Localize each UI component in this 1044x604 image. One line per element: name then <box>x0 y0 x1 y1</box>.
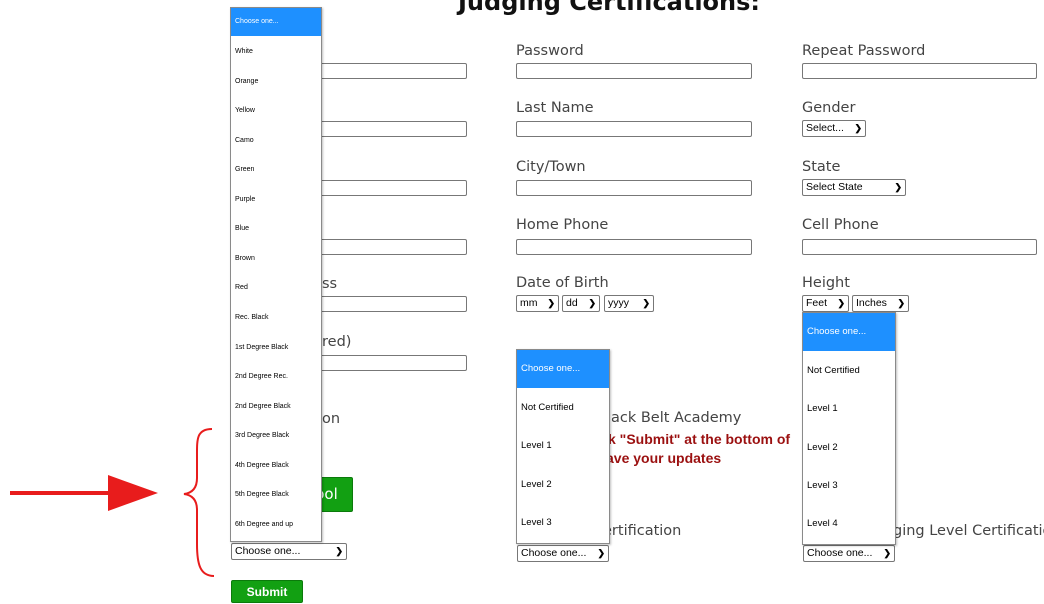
chevron-down-icon: ❯ <box>597 548 605 558</box>
first-name-input[interactable] <box>305 63 467 79</box>
belt-option[interactable]: Choose one... <box>231 8 321 36</box>
password-label: Password <box>516 43 584 59</box>
chevron-down-icon: ❯ <box>335 546 343 556</box>
judging-right-option[interactable]: Level 1 <box>803 390 895 428</box>
height-feet-value: Feet <box>806 297 828 309</box>
dob-day-select[interactable]: dd ❯ <box>562 295 600 312</box>
gender-label: Gender <box>802 100 856 116</box>
belt-option[interactable]: 5th Degree Black <box>231 481 321 509</box>
password-input[interactable] <box>516 63 752 79</box>
notice-line-1: k "Submit" at the bottom of <box>608 431 791 447</box>
right-arrow-icon <box>10 475 158 511</box>
belt-option[interactable]: 4th Degree Black <box>231 452 321 480</box>
zip-input[interactable] <box>305 239 467 255</box>
last-name-input[interactable] <box>516 121 752 137</box>
chevron-down-icon: ❯ <box>837 298 845 308</box>
judging-right-option[interactable]: Level 2 <box>803 429 895 467</box>
gender-value: Select... <box>806 122 844 134</box>
dob-year-value: yyyy <box>608 297 629 309</box>
chevron-down-icon: ❯ <box>894 182 902 192</box>
height-inches-value: Inches <box>856 297 887 309</box>
belt-option[interactable]: 6th Degree and up <box>231 511 321 539</box>
judging-mid-select[interactable]: Choose one... ❯ <box>517 545 609 562</box>
belt-option[interactable]: 1st Degree Black <box>231 334 321 362</box>
judging-mid-option[interactable]: Level 3 <box>517 504 609 542</box>
judging-right-options-list[interactable]: Choose one... Not Certified Level 1 Leve… <box>802 312 896 545</box>
belt-option[interactable]: Rec. Black <box>231 304 321 332</box>
page-title: Judging Certifications: <box>458 0 761 16</box>
last-name-label: Last Name <box>516 100 594 116</box>
judging-right-option[interactable]: Not Certified <box>803 352 895 390</box>
belt-option[interactable]: Green <box>231 156 321 184</box>
chevron-down-icon: ❯ <box>854 123 862 133</box>
belt-option[interactable]: 2nd Degree Black <box>231 393 321 421</box>
belt-select[interactable]: Choose one... ❯ <box>231 543 347 560</box>
annotation-overlay <box>10 428 215 577</box>
belt-option[interactable]: 2nd Degree Rec. <box>231 363 321 391</box>
section-label-fragment: on <box>322 411 341 427</box>
dob-month-select[interactable]: mm ❯ <box>516 295 559 312</box>
height-inches-select[interactable]: Inches ❯ <box>852 295 909 312</box>
city-input[interactable] <box>516 180 752 196</box>
belt-option[interactable]: Blue <box>231 215 321 243</box>
belt-option[interactable]: Yellow <box>231 97 321 125</box>
judging-mid-option[interactable]: Level 2 <box>517 466 609 504</box>
judging-mid-option[interactable]: Not Certified <box>517 389 609 427</box>
dob-day-value: dd <box>566 297 578 309</box>
dob-month-value: mm <box>520 297 538 309</box>
email-input[interactable] <box>305 296 467 312</box>
belt-option[interactable]: Red <box>231 274 321 302</box>
home-phone-input[interactable] <box>516 239 752 255</box>
state-label: State <box>802 159 841 175</box>
chevron-down-icon: ❯ <box>897 298 905 308</box>
gender-select[interactable]: Select... ❯ <box>802 120 866 137</box>
judging-right-option[interactable]: Level 4 <box>803 505 895 543</box>
state-value: Select State <box>806 181 863 193</box>
belt-option[interactable]: White <box>231 38 321 66</box>
judging-right-select[interactable]: Choose one... ❯ <box>803 545 895 562</box>
belt-options-list[interactable]: Choose one... White Orange Yellow Camo G… <box>230 7 322 542</box>
email-label-fragment: ss <box>322 276 338 292</box>
chevron-down-icon: ❯ <box>883 548 891 558</box>
mid-certification-label: ertification <box>603 523 682 539</box>
cell-phone-input[interactable] <box>802 239 1037 255</box>
required-input[interactable] <box>305 355 467 371</box>
judging-mid-value: Choose one... <box>521 547 587 559</box>
belt-option[interactable]: Brown <box>231 245 321 273</box>
first-name-2-input[interactable] <box>305 121 467 137</box>
dob-label: Date of Birth <box>516 275 609 291</box>
academy-label: Black Belt Academy <box>597 410 742 426</box>
judging-right-option[interactable]: Level 3 <box>803 467 895 505</box>
height-feet-select[interactable]: Feet ❯ <box>802 295 849 312</box>
judging-right-option[interactable]: Choose one... <box>803 313 895 351</box>
home-phone-label: Home Phone <box>516 217 609 233</box>
belt-option[interactable]: Purple <box>231 186 321 214</box>
belt-option[interactable]: Camo <box>231 127 321 155</box>
judging-right-value: Choose one... <box>807 547 873 559</box>
required-label-fragment: red) <box>322 334 352 350</box>
height-label: Height <box>802 275 850 291</box>
repeat-password-label: Repeat Password <box>802 43 926 59</box>
judging-mid-option[interactable]: Choose one... <box>517 350 609 388</box>
address-input[interactable] <box>305 180 467 196</box>
notice-line-2: ave your updates <box>606 450 722 466</box>
belt-option[interactable]: 3rd Degree Black <box>231 422 321 450</box>
cell-phone-label: Cell Phone <box>802 217 879 233</box>
curly-brace-icon <box>183 428 215 577</box>
belt-option[interactable]: Orange <box>231 68 321 96</box>
judging-mid-option[interactable]: Level 1 <box>517 427 609 465</box>
city-label: City/Town <box>516 159 586 175</box>
chevron-down-icon: ❯ <box>547 298 555 308</box>
submit-button[interactable]: Submit <box>231 580 303 603</box>
chevron-down-icon: ❯ <box>588 298 596 308</box>
judging-mid-options-list[interactable]: Choose one... Not Certified Level 1 Leve… <box>516 349 610 544</box>
dob-year-select[interactable]: yyyy ❯ <box>604 295 654 312</box>
chevron-down-icon: ❯ <box>642 298 650 308</box>
repeat-password-input[interactable] <box>802 63 1037 79</box>
right-certification-label: ging Level Certification <box>893 523 1044 539</box>
state-select[interactable]: Select State ❯ <box>802 179 906 196</box>
belt-select-value: Choose one... <box>235 545 301 557</box>
